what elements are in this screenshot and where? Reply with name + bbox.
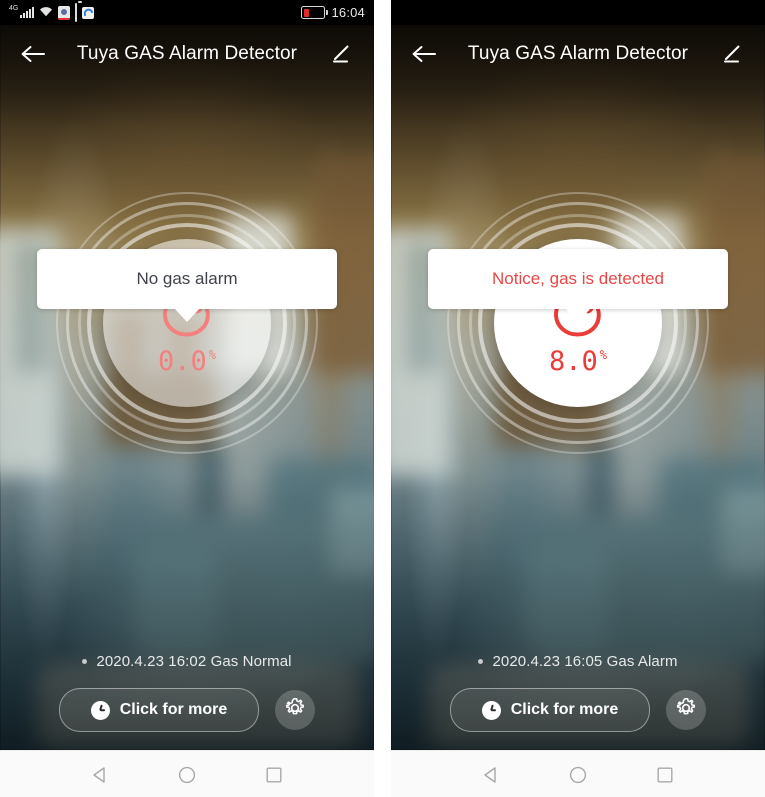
- page-title: Tuya GAS Alarm Detector: [76, 43, 298, 64]
- nav-home-icon[interactable]: [176, 764, 198, 786]
- app-header: Tuya GAS Alarm Detector: [0, 25, 374, 83]
- gas-unit: %: [208, 348, 216, 362]
- status-bar-right-icons: 16:04: [301, 5, 365, 20]
- gas-gauge[interactable]: 8.0 %: [447, 192, 709, 454]
- nav-home-icon[interactable]: [567, 764, 589, 786]
- settings-button[interactable]: [275, 690, 315, 730]
- gas-gauge[interactable]: 0.0 %: [56, 192, 318, 454]
- clock-icon: [481, 700, 501, 720]
- gas-reading: 0.0 %: [158, 348, 216, 375]
- gear-icon: [675, 697, 697, 724]
- app-alert-icon: [58, 5, 71, 20]
- click-for-more-button[interactable]: Click for more: [450, 688, 650, 732]
- click-for-more-label: Click for more: [119, 701, 228, 718]
- signal-bars-icon: [20, 7, 35, 18]
- gas-value: 8.0: [548, 346, 598, 377]
- app-screen: Tuya GAS Alarm Detector No gas alarm 0.0…: [0, 25, 374, 750]
- android-status-bar: [391, 0, 765, 25]
- nav-back-icon[interactable]: [480, 764, 502, 786]
- pencil-edit-icon: [330, 43, 352, 65]
- alert-bubble: Notice, gas is detected: [428, 249, 728, 309]
- status-history-line: 2020.4.23 16:05 Gas Alarm: [391, 653, 765, 670]
- nav-back-icon[interactable]: [89, 764, 111, 786]
- network-type-label: 4G: [9, 5, 19, 12]
- status-bar-left-icons: 4G: [9, 2, 95, 22]
- click-for-more-label: Click for more: [510, 701, 619, 718]
- battery-low-icon: [301, 6, 329, 19]
- status-dot-icon: [478, 659, 484, 664]
- android-status-bar: 4G 16:04: [0, 0, 374, 25]
- android-nav-bar: [0, 750, 374, 797]
- status-history-text: 2020.4.23 16:05 Gas Alarm: [492, 653, 678, 670]
- click-for-more-button[interactable]: Click for more: [59, 688, 259, 732]
- gear-icon: [284, 697, 306, 724]
- status-dot-icon: [82, 659, 88, 664]
- phone-screenshot-left: 4G 16:04 Tuya GAS Alarm Detector No gas …: [0, 0, 374, 797]
- footer-actions: Click for more: [391, 688, 765, 732]
- gas-reading: 8.0 %: [549, 348, 607, 375]
- comparison-screenshot: 4G 16:04 Tuya GAS Alarm Detector No gas …: [0, 0, 765, 797]
- back-button[interactable]: [18, 39, 48, 69]
- settings-button[interactable]: [666, 690, 706, 730]
- app-screen: Tuya GAS Alarm Detector Notice, gas is d…: [391, 25, 765, 750]
- pencil-edit-icon: [721, 43, 743, 65]
- edit-device-button[interactable]: [326, 39, 356, 69]
- back-button[interactable]: [409, 39, 439, 69]
- app-cloud-icon: [82, 6, 95, 19]
- alert-bubble: No gas alarm: [37, 249, 337, 309]
- status-bar-clock: 16:04: [331, 5, 365, 20]
- status-history-line: 2020.4.23 16:02 Gas Normal: [0, 653, 374, 670]
- gas-unit: %: [599, 348, 607, 362]
- gas-value: 0.0: [157, 346, 207, 377]
- nav-recents-icon[interactable]: [263, 764, 285, 786]
- nav-recents-icon[interactable]: [654, 764, 676, 786]
- app-header: Tuya GAS Alarm Detector: [391, 25, 765, 83]
- android-nav-bar: [391, 750, 765, 797]
- status-history-text: 2020.4.23 16:02 Gas Normal: [96, 653, 292, 670]
- page-title: Tuya GAS Alarm Detector: [467, 43, 689, 64]
- battery-small-icon: [75, 2, 78, 22]
- clock-icon: [90, 700, 110, 720]
- footer-actions: Click for more: [0, 688, 374, 732]
- wifi-icon: [39, 4, 53, 22]
- edit-device-button[interactable]: [717, 39, 747, 69]
- phone-screenshot-right: Tuya GAS Alarm Detector Notice, gas is d…: [391, 0, 765, 797]
